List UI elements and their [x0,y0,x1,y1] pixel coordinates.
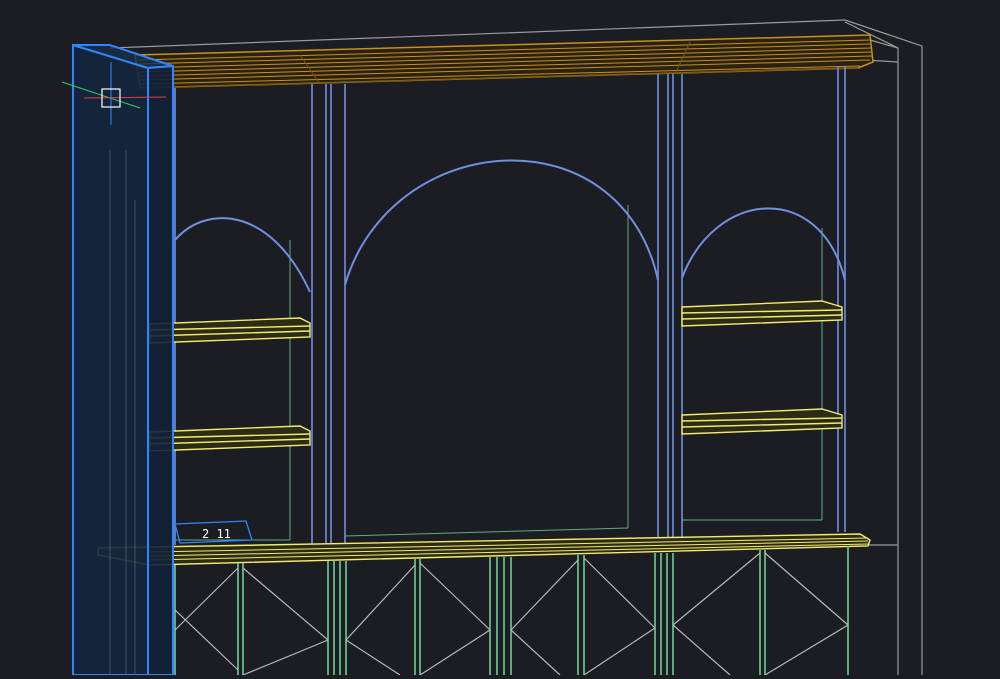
selected-side-panel[interactable] [72,43,174,676]
cad-drawing-canvas[interactable]: 2 11 [0,0,1000,676]
cad-viewport[interactable]: 2 11 [0,0,1000,676]
dimension-label-text: 2 11 [202,527,231,541]
